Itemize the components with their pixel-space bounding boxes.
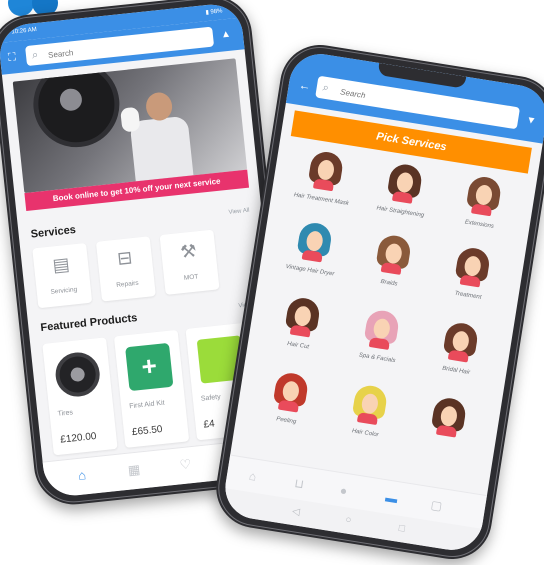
service-bridal-hair[interactable]: Bridal Hair (416, 317, 501, 392)
expand-icon[interactable]: ⛶ (8, 51, 21, 64)
services-icon[interactable]: ▬ (384, 490, 398, 506)
mechanic-image (119, 89, 198, 186)
service-label: Repairs (115, 279, 140, 289)
service-label: MOT (183, 273, 199, 282)
calendar-icon[interactable]: ▢ (430, 498, 443, 514)
services-header: Services View All (30, 206, 250, 241)
recents-icon[interactable]: □ (398, 523, 406, 536)
product-price: £4 (203, 418, 216, 431)
banner-tire-image (29, 58, 124, 152)
stylist-illustration-icon (307, 149, 345, 193)
service-label: Hair Treatment Mask (293, 192, 350, 207)
stylist-illustration-icon (351, 383, 389, 426)
back-icon[interactable]: ◁ (291, 506, 300, 519)
service-hair-straightening[interactable]: Hair Straightening (360, 159, 445, 234)
stylist-illustration-icon (386, 162, 424, 205)
product-name: Tires (57, 409, 74, 418)
first-aid-kit-icon (125, 342, 174, 392)
heart-icon[interactable]: ♡ (179, 456, 192, 473)
service-label: Extensions (464, 219, 495, 230)
filter-icon[interactable]: ▼ (525, 115, 537, 128)
service-hair-treatment-mask[interactable]: Hair Treatment Mask (281, 146, 366, 221)
stylist-illustration-icon (454, 245, 492, 289)
service-label: Peeling (275, 416, 297, 426)
home-icon[interactable]: ⌂ (248, 469, 257, 484)
service-hair-cut[interactable]: Hair Cut (258, 292, 343, 367)
service-label (407, 436, 482, 448)
stylist-illustration-icon (284, 295, 322, 339)
stylist-illustration-icon (430, 395, 468, 439)
bell-icon[interactable]: ▲ (220, 28, 233, 41)
stylist-illustration-icon (363, 308, 401, 351)
home-icon[interactable]: ⌂ (77, 467, 86, 484)
cart-icon[interactable]: ⊔ (293, 476, 304, 491)
service-label: Treatment (454, 290, 482, 301)
service-label: Braids (380, 278, 398, 288)
product-price: £65.50 (131, 423, 164, 439)
search-input[interactable] (45, 34, 171, 64)
service-card-mot[interactable]: ⚒ MOT (159, 229, 220, 295)
service-label: Hair Straightening (376, 205, 425, 219)
stylist-illustration-icon (296, 220, 334, 264)
grid-icon[interactable]: ▦ (127, 462, 141, 479)
service-label: Bridal Hair (441, 365, 471, 376)
service-label: Hair Color (351, 428, 379, 439)
service-extensions[interactable]: Extensions (439, 171, 524, 246)
services-view-all-link[interactable]: View All (228, 208, 249, 216)
status-battery: ▮ 98% (205, 8, 223, 17)
service-peeling[interactable]: Peeling (246, 367, 331, 442)
product-price: £120.00 (59, 430, 97, 446)
services-grid: Hair Treatment Mask Hair Straightening E… (242, 146, 526, 480)
service-label: Vintage Hair Dryer (285, 263, 335, 278)
service-styling[interactable] (404, 393, 489, 468)
status-time: 10:26 AM (11, 26, 38, 36)
product-name: Safety (200, 393, 222, 403)
product-card-first-aid-kit[interactable]: First Aid Kit £65.50 (113, 329, 190, 448)
service-label: Servicing (50, 286, 78, 296)
featured-title: Featured Products (39, 312, 138, 335)
service-spa-facials[interactable]: Spa & Facials (337, 305, 422, 380)
service-vintage-hair-dryer[interactable]: Vintage Hair Dryer (270, 217, 355, 292)
stylist-illustration-icon (442, 320, 480, 364)
product-card-tires[interactable]: Tires £120.00 (42, 337, 118, 456)
service-braids[interactable]: Braids (349, 230, 434, 305)
product-name: First Aid Kit (128, 399, 165, 411)
service-card-repairs[interactable]: ⊟ Repairs (95, 236, 156, 302)
service-label: Spa & Facials (358, 352, 396, 365)
search-icon: ⌕ (321, 81, 330, 95)
service-treatment[interactable]: Treatment (428, 242, 513, 317)
chat-icon[interactable]: ● (339, 483, 348, 498)
search-input[interactable] (337, 83, 463, 119)
car-icon: ⊟ (116, 247, 134, 269)
back-arrow-icon[interactable]: ← (298, 78, 312, 94)
home-circle-icon[interactable]: ○ (344, 514, 353, 527)
services-title: Services (30, 223, 77, 241)
stylist-illustration-icon (465, 174, 503, 218)
stylist-illustration-icon (375, 233, 413, 276)
clipboard-icon: ▤ (51, 253, 71, 276)
service-label: Hair Cut (286, 341, 310, 351)
service-hair-color[interactable]: Hair Color (325, 380, 410, 455)
stylist-illustration-icon (272, 370, 310, 414)
search-icon: ⌕ (31, 48, 39, 62)
service-card-servicing[interactable]: ▤ Servicing (32, 242, 93, 309)
tire-icon (53, 350, 102, 399)
tools-icon: ⚒ (179, 240, 198, 263)
